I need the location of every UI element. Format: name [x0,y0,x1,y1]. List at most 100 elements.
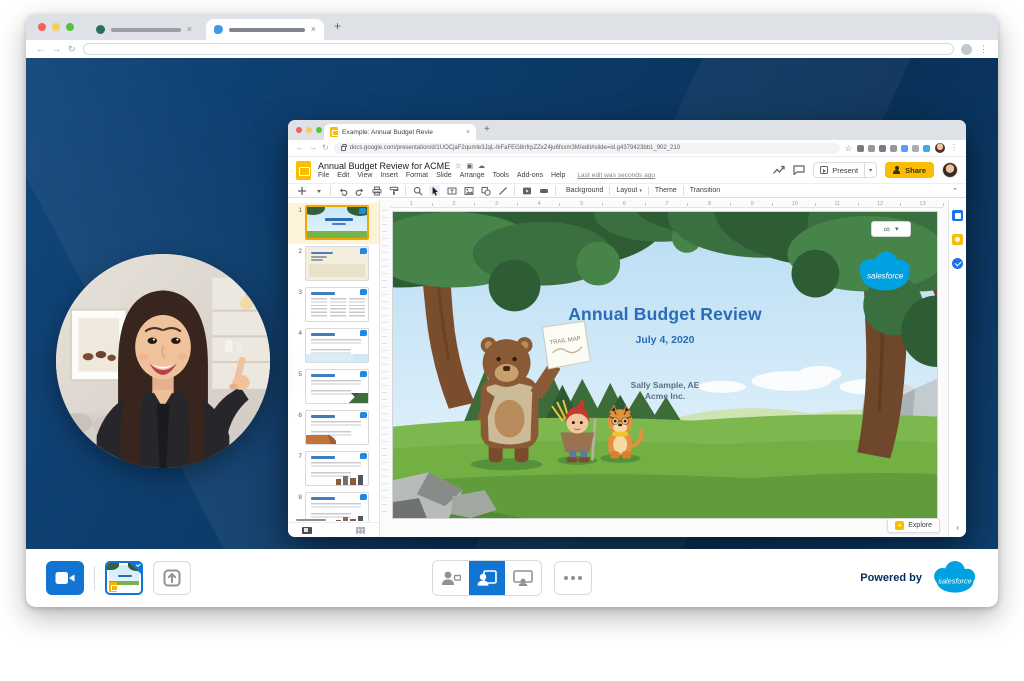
thumbnail-preview[interactable] [305,492,369,521]
extension-icon[interactable] [868,145,875,152]
insert-line-icon[interactable] [497,185,508,196]
calendar-icon[interactable] [952,210,963,221]
menu-help[interactable]: Help [551,172,565,179]
insert-video-icon[interactable] [521,185,532,196]
extension-icon[interactable] [901,145,908,152]
browser-menu-icon[interactable]: ⋮ [979,44,988,55]
close-tab-icon[interactable]: × [187,25,192,34]
select-cursor-icon[interactable] [429,185,440,196]
thumbnail-preview[interactable] [305,287,369,322]
format-button-theme[interactable]: Theme [651,187,681,194]
slide-thumbnail-4[interactable]: 4 [288,326,379,367]
close-window-icon[interactable] [296,127,302,133]
explore-button[interactable]: Explore [887,518,940,533]
slide-thumbnail-2[interactable]: 2 [288,244,379,285]
collapse-toolbar-icon[interactable]: ⌃ [952,187,958,195]
new-tab-button[interactable]: + [484,124,490,135]
redo-icon[interactable] [354,185,365,196]
extension-icon[interactable] [879,145,886,152]
move-folder-icon[interactable]: ▣ [466,162,473,170]
slides-tab[interactable]: Example: Annual Budget Revie × [324,124,476,140]
tasks-icon[interactable] [952,258,963,269]
share-button[interactable]: Share [885,162,934,178]
slide-thumbnail-3[interactable]: 3 [288,285,379,326]
thumbnail-preview[interactable] [305,410,369,445]
slide-thumbnail-1[interactable]: 1 [288,203,379,244]
browser-avatar[interactable] [961,44,972,55]
undo-icon[interactable] [337,185,348,196]
outer-tab-active[interactable]: × [206,19,324,40]
slide-thumbnail-8[interactable]: 8 [288,490,379,521]
star-doc-icon[interactable]: ☆ [455,162,461,170]
forward-icon[interactable]: → [309,144,317,152]
menu-add-ons[interactable]: Add-ons [517,172,543,179]
outer-tab-inactive[interactable]: × [88,19,200,40]
thumbnail-preview[interactable] [305,205,369,240]
new-slide-dropdown-icon[interactable] [313,185,324,196]
layout-overlay-button[interactable] [469,561,505,595]
camera-toggle-button[interactable] [46,561,84,595]
menu-slide[interactable]: Slide [436,172,452,179]
menu-edit[interactable]: Edit [337,172,349,179]
mask-image-icon[interactable] [538,185,549,196]
paint-format-icon[interactable] [388,185,399,196]
inner-address-bar[interactable]: docs.google.com/presentation/d/1UOCjaF2q… [334,143,840,154]
new-tab-button[interactable]: + [334,19,341,33]
minimize-window-icon[interactable] [52,23,60,31]
outer-address-bar[interactable] [83,43,954,55]
browser-profile-avatar[interactable] [935,143,945,153]
present-dropdown[interactable]: ▾ [864,163,876,177]
current-slide[interactable]: TRAIL MAP [392,211,938,519]
extension-icon[interactable] [890,145,897,152]
menu-tools[interactable]: Tools [493,172,509,179]
minimize-window-icon[interactable] [306,127,312,133]
more-options-button[interactable] [554,561,592,595]
layout-speaker-only-button[interactable] [433,561,469,595]
back-icon[interactable]: ← [36,45,45,54]
grid-view-icon[interactable] [356,527,365,534]
zoom-window-icon[interactable] [66,23,74,31]
menu-file[interactable]: File [318,172,329,179]
present-button[interactable]: Present ▾ [813,162,877,178]
menu-insert[interactable]: Insert [380,172,398,179]
thumbnail-preview[interactable] [305,369,369,404]
thumbnail-preview[interactable] [305,246,369,281]
zoom-window-icon[interactable] [316,127,322,133]
thumbnail-preview[interactable] [305,451,369,486]
print-icon[interactable] [371,185,382,196]
reload-icon[interactable]: ↻ [68,45,76,54]
chevron-right-icon[interactable]: › [949,523,966,532]
version-history-icon[interactable] [773,165,785,175]
format-button-background[interactable]: Background [562,187,607,194]
format-button-layout[interactable]: Layout▾ [612,187,646,194]
insert-image-icon[interactable] [463,185,474,196]
keep-icon[interactable] [952,234,963,245]
extension-icon[interactable] [912,145,919,152]
filmstrip-scrollbar[interactable] [296,519,326,522]
last-edit-link[interactable]: Last edit was seconds ago [577,172,655,179]
window-controls[interactable] [38,23,74,31]
google-slides-logo-icon[interactable] [296,161,311,180]
shared-content-thumbnail[interactable] [105,561,143,595]
menu-format[interactable]: Format [406,172,428,179]
close-tab-icon[interactable]: × [311,25,316,34]
document-title[interactable]: Annual Budget Review for ACME [318,161,450,171]
filmstrip-view-icon[interactable] [302,527,312,534]
zoom-icon[interactable] [412,185,423,196]
menu-arrange[interactable]: Arrange [460,172,485,179]
menu-view[interactable]: View [357,172,372,179]
thumbnail-preview[interactable] [305,328,369,363]
new-slide-icon[interactable] [296,185,307,196]
layout-presentation-button[interactable] [505,561,541,595]
reload-icon[interactable]: ↻ [322,144,329,152]
extension-icon[interactable] [923,145,930,152]
account-avatar[interactable] [942,162,958,178]
slide-thumbnail-5[interactable]: 5 [288,367,379,408]
back-icon[interactable]: ← [296,144,304,152]
text-box-icon[interactable] [446,185,457,196]
share-screen-button[interactable] [153,561,191,595]
extension-icon[interactable] [857,145,864,152]
comment-icon[interactable] [793,165,805,175]
forward-icon[interactable]: → [52,45,61,54]
insert-shape-icon[interactable] [480,185,491,196]
